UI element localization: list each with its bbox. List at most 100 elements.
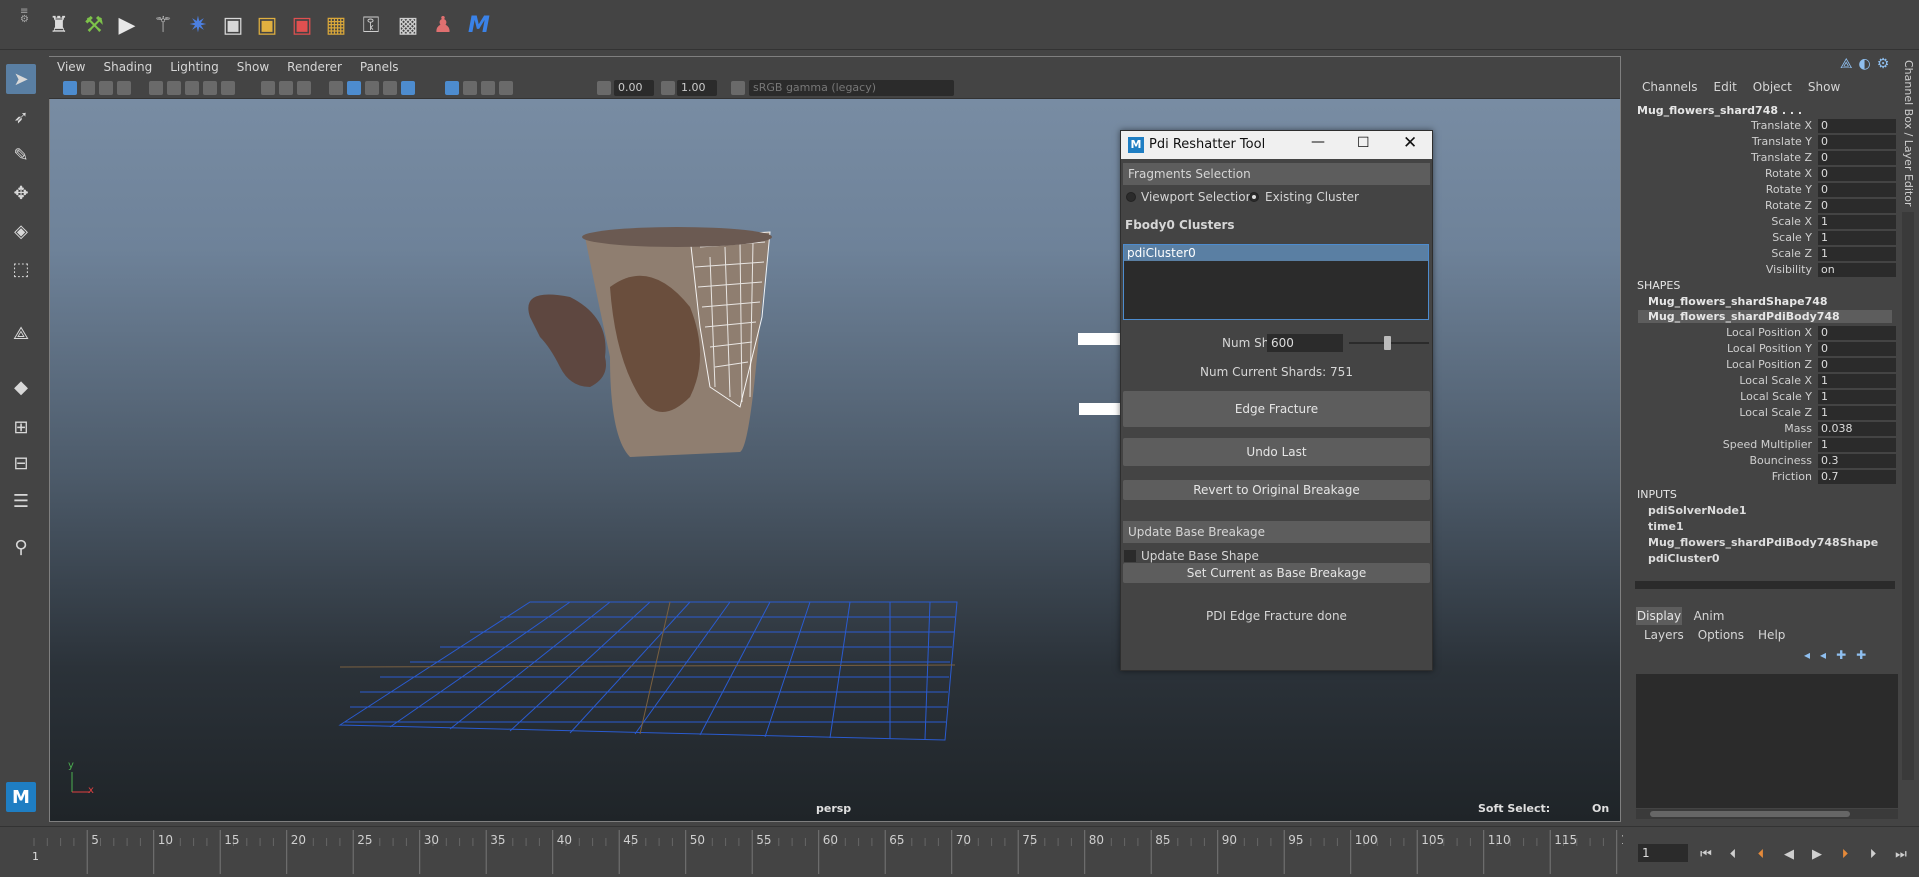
viewport-selection-label[interactable]: Viewport Selection [1141,190,1253,204]
rotate-tool-icon[interactable]: ◈ [6,216,36,246]
transform-attr-value[interactable]: 1 [1818,215,1896,229]
lights-icon[interactable] [383,81,397,95]
camera-select-icon[interactable] [63,81,77,95]
right-scrollbar[interactable] [1902,212,1914,780]
magic-wand-icon[interactable]: ✷ [183,10,213,40]
viewport-selection-radio[interactable] [1126,192,1136,202]
minimize-icon[interactable]: — [1311,134,1331,150]
colorspace-dropdown[interactable]: sRGB gamma (legacy) [749,80,954,96]
transform-attr-value[interactable]: 0 [1818,199,1896,213]
undo-last-button[interactable]: Undo Last [1123,438,1430,466]
transform-attr-label[interactable]: Translate Z [1664,151,1812,164]
transform-attr-label[interactable]: Rotate Z [1664,199,1812,212]
menu-show[interactable]: Show [1808,80,1840,94]
play-forwards-icon[interactable]: ▶ [1808,847,1826,863]
transform-attr-label[interactable]: Rotate Y [1664,183,1812,196]
input-item[interactable]: Mug_flowers_shardPdiBody748Shape [1648,536,1878,549]
existing-cluster-label[interactable]: Existing Cluster [1265,190,1359,204]
scroll-separator[interactable] [1635,581,1895,589]
layer-tab-display[interactable]: Display [1636,607,1682,625]
new-layer-icon[interactable]: ✚ [1836,648,1846,662]
transform-attr-label[interactable]: Scale X [1664,215,1812,228]
pdi-logo-icon[interactable]: M [464,10,494,40]
safe-action-icon[interactable] [203,81,217,95]
shape-attr-label[interactable]: Local Scale Y [1664,390,1812,403]
transform-attr-label[interactable]: Scale Y [1664,231,1812,244]
lasso-tool-icon[interactable]: ➶ [6,102,36,132]
shape-attr-value[interactable]: 0 [1818,326,1896,340]
input-item[interactable]: pdiCluster0 [1648,552,1720,565]
snap-tool-icon[interactable]: ⟁ [6,318,36,348]
field-chart-icon[interactable] [185,81,199,95]
shape-attr-value[interactable]: 1 [1818,438,1896,452]
move-layer-down-icon[interactable]: ◂ [1820,648,1826,662]
gold-cube-icon[interactable]: ▣ [252,10,282,40]
transform-attr-value[interactable]: 0 [1818,135,1896,149]
shape-attr-label[interactable]: Mass [1664,422,1812,435]
transform-attr-value[interactable]: 0 [1818,183,1896,197]
four-view-layout-icon[interactable]: ⊞ [6,412,36,442]
color-management-icon[interactable] [731,81,745,95]
shape-attr-label[interactable]: Local Position Y [1664,342,1812,355]
time-slider[interactable]: 5 10 15 20 25 30 35 40 45 50 55 60 65 70 75 80 85 90 95 100… [28,830,1623,874]
transform-attr-value[interactable]: 1 [1818,247,1896,261]
shape-item[interactable]: Mug_flowers_shardShape748 [1648,295,1828,308]
red-cube-icon[interactable]: ▣ [287,10,317,40]
grid-toggle-icon[interactable] [261,81,275,95]
input-item[interactable]: time1 [1648,520,1684,533]
figure-icon[interactable]: ♟ [428,10,458,40]
smooth-shade-icon[interactable] [347,81,361,95]
menu-shading[interactable]: Shading [103,60,152,74]
num-shards-slider-handle[interactable] [1384,336,1391,350]
shape-attr-label[interactable]: Speed Multiplier [1664,438,1812,451]
input-item[interactable]: pdiSolverNode1 [1648,504,1747,517]
cluster-list-item[interactable]: pdiCluster0 [1124,245,1428,261]
fractured-cube-icon[interactable]: ▦ [321,10,351,40]
bookmark-icon[interactable] [99,81,113,95]
cube-icon[interactable]: ▣ [218,10,248,40]
settings-icon[interactable]: ◐ [1859,56,1871,72]
scale-tool-icon[interactable]: ⬚ [6,254,36,284]
shape-attr-value[interactable]: 1 [1818,374,1896,388]
gavel-icon[interactable]: ⚒ [79,10,109,40]
shape-attr-value[interactable]: 1 [1818,390,1896,404]
move-tool-icon[interactable]: ✥ [6,178,36,208]
close-icon[interactable]: ✕ [1403,133,1423,153]
transform-attr-label[interactable]: Translate X [1664,119,1812,132]
shape-attr-value[interactable]: 1 [1818,406,1896,420]
shape-attr-value[interactable]: 0 [1818,358,1896,372]
update-base-shape-checkbox[interactable] [1124,550,1136,562]
isolate-select-icon[interactable] [445,81,459,95]
shape-attr-value[interactable]: 0.3 [1818,454,1896,468]
aa-icon[interactable] [481,81,495,95]
paint-select-tool-icon[interactable]: ✎ [6,140,36,170]
layer-list[interactable] [1636,674,1898,808]
motion-blur-icon[interactable] [463,81,477,95]
shelf-handle-icon[interactable]: ≡ ⚙ [20,7,29,42]
shape-attr-label[interactable]: Local Scale X [1664,374,1812,387]
safe-title-icon[interactable] [221,81,235,95]
shape-attr-label[interactable]: Friction [1664,470,1812,483]
move-layer-up-icon[interactable]: ◂ [1804,648,1810,662]
shape-attr-value[interactable]: 0 [1818,342,1896,356]
revert-original-breakage-button[interactable]: Revert to Original Breakage [1123,480,1430,500]
start-frame-field[interactable]: 1 [1638,844,1688,862]
transform-attr-value[interactable]: 0 [1818,167,1896,181]
menu-lighting[interactable]: Lighting [170,60,219,74]
hud-icon[interactable] [279,81,293,95]
transform-attr-label[interactable]: Visibility [1664,263,1812,276]
transform-attr-label[interactable]: Rotate X [1664,167,1812,180]
play-render-icon[interactable]: ▶ [112,10,142,40]
menu-help[interactable]: Help [1758,628,1785,642]
shape-attr-label[interactable]: Local Position Z [1664,358,1812,371]
bowling-pins-icon[interactable]: ♜ [44,10,74,40]
menu-edit[interactable]: Edit [1714,80,1737,94]
dof-icon[interactable] [499,81,513,95]
maximize-icon[interactable]: ☐ [1357,135,1377,151]
timeline[interactable]: 5 10 15 20 25 30 35 40 45 50 55 60 65 70 75 80 85 90 95 100… [0,826,1919,877]
attribute-editor-icon[interactable]: ⚙ [1877,56,1890,72]
menu-show[interactable]: Show [237,60,269,74]
num-shards-field[interactable]: 600 [1267,334,1343,352]
single-layout-icon[interactable]: ◆ [6,372,36,402]
go-to-end-icon[interactable]: ⏭ [1892,847,1910,863]
